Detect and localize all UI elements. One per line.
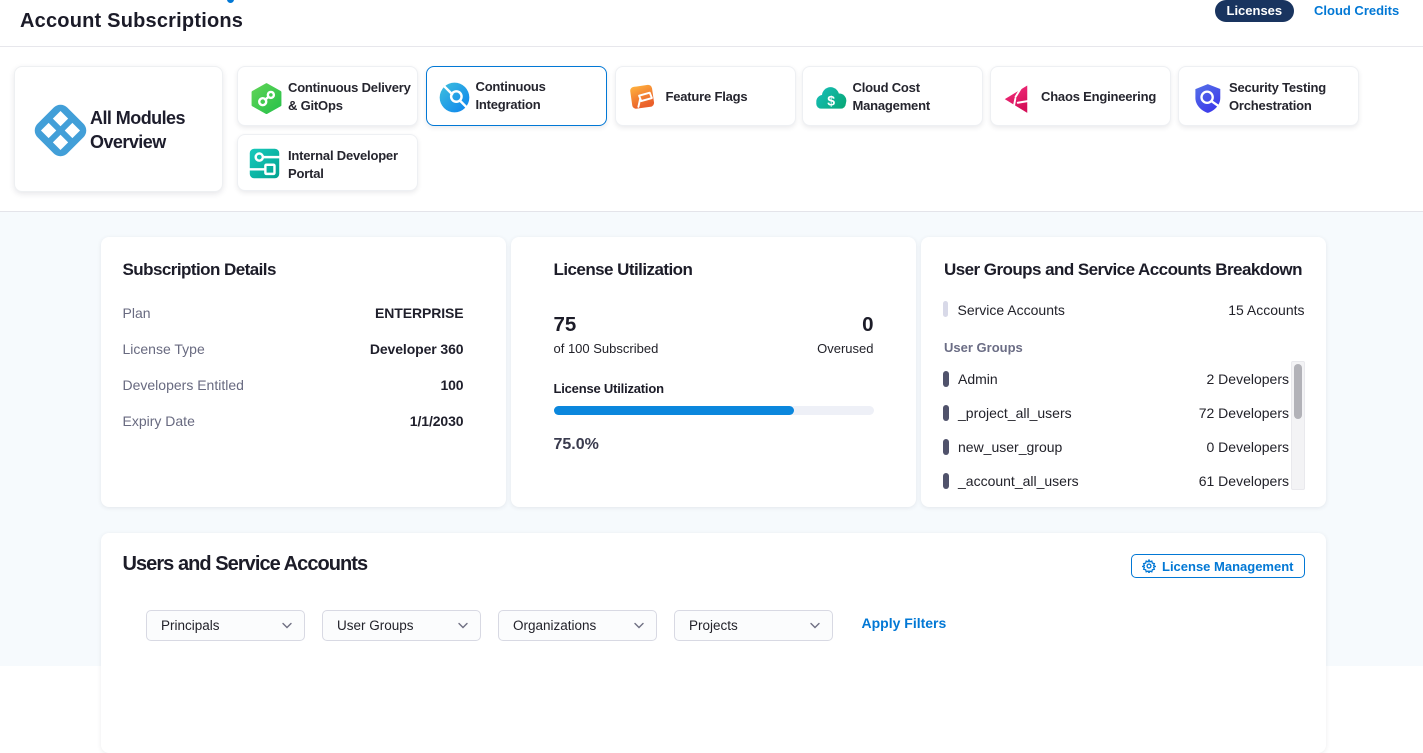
svg-text:$: $ <box>827 92 835 108</box>
